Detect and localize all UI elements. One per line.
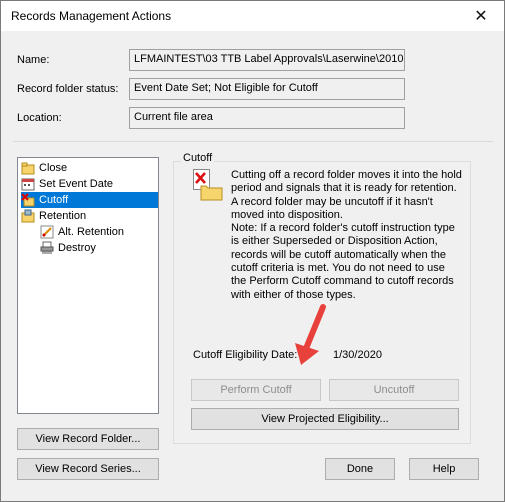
tree-item-alt-retention[interactable]: Alt. Retention bbox=[40, 224, 124, 240]
alt-retention-icon bbox=[40, 225, 54, 239]
tree-item-close[interactable]: Close bbox=[21, 160, 67, 176]
dialog-window: Records Management Actions ✕ Name: LFMAI… bbox=[0, 0, 505, 502]
name-field[interactable]: LFMAINTEST\03 TTB Label Approvals\Laserw… bbox=[129, 49, 405, 71]
eligibility-date-label: Cutoff Eligibility Date: bbox=[193, 349, 298, 361]
perform-cutoff-button[interactable]: Perform Cutoff bbox=[191, 379, 321, 401]
tree-item-set-event-date[interactable]: Set Event Date bbox=[21, 176, 113, 192]
tree-item-cutoff[interactable]: Cutoff bbox=[21, 192, 158, 208]
cutoff-icon bbox=[21, 193, 35, 207]
close-icon[interactable]: ✕ bbox=[462, 3, 500, 29]
tree-item-destroy[interactable]: Destroy bbox=[40, 240, 96, 256]
annotation-arrow-icon bbox=[295, 304, 326, 365]
cutoff-folder-icon bbox=[193, 169, 223, 201]
view-record-series-button[interactable]: View Record Series... bbox=[17, 458, 159, 480]
cutoff-group-label: Cutoff bbox=[181, 152, 215, 164]
close-folder-icon bbox=[21, 161, 35, 175]
tree-item-label: Set Event Date bbox=[39, 178, 113, 190]
tree-item-label: Alt. Retention bbox=[58, 226, 125, 238]
calendar-icon bbox=[21, 177, 35, 191]
location-field[interactable]: Current file area bbox=[129, 107, 405, 129]
action-tree[interactable]: Close Set Event Date Cutoff Retention Al… bbox=[17, 157, 159, 414]
location-label: Location: bbox=[17, 112, 62, 124]
record-folder-status-label: Record folder status: bbox=[17, 83, 119, 95]
separator bbox=[13, 141, 493, 142]
retention-icon bbox=[21, 209, 35, 223]
view-record-folder-button[interactable]: View Record Folder... bbox=[17, 428, 159, 450]
done-button[interactable]: Done bbox=[325, 458, 395, 480]
record-folder-status-field[interactable]: Event Date Set; Not Eligible for Cutoff bbox=[129, 78, 405, 100]
uncutoff-button[interactable]: Uncutoff bbox=[329, 379, 459, 401]
tree-item-label: Close bbox=[39, 162, 68, 174]
window-title: Records Management Actions bbox=[11, 9, 172, 23]
view-projected-eligibility-button[interactable]: View Projected Eligibility... bbox=[191, 408, 459, 430]
name-label: Name: bbox=[17, 54, 50, 66]
eligibility-date-value: 1/30/2020 bbox=[333, 349, 382, 361]
cutoff-description: Cutting off a record folder moves it int… bbox=[231, 169, 462, 301]
shredder-icon bbox=[40, 241, 54, 255]
tree-item-label: Destroy bbox=[58, 242, 96, 254]
tree-item-label: Cutoff bbox=[39, 194, 69, 206]
tree-item-label: Retention bbox=[39, 210, 87, 222]
help-button[interactable]: Help bbox=[409, 458, 479, 480]
title-bar: Records Management Actions ✕ bbox=[1, 1, 504, 31]
tree-item-retention[interactable]: Retention bbox=[21, 208, 86, 224]
